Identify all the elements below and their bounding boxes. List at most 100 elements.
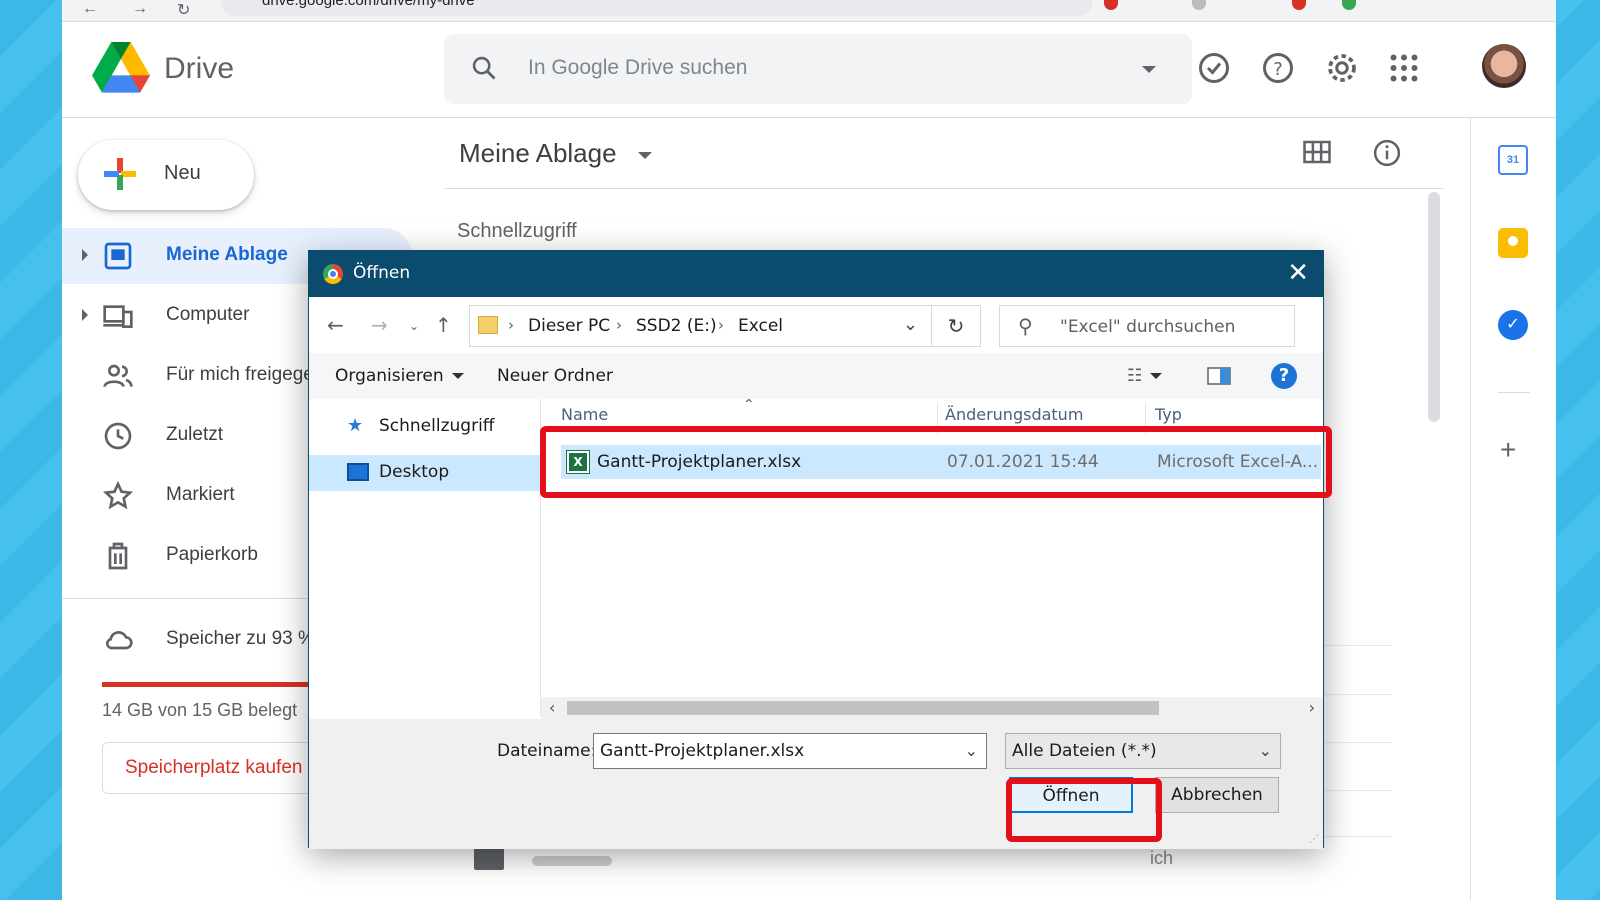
forward-icon[interactable]: → [132, 0, 148, 18]
chevron-down-icon[interactable]: ⌄ [965, 741, 978, 760]
refresh-icon[interactable]: ↻ [931, 305, 981, 347]
side-panel-divider [1470, 118, 1471, 900]
blurred-file-name[interactable] [532, 856, 612, 866]
forward-icon[interactable]: → [371, 313, 388, 337]
svg-text:?: ? [1273, 59, 1283, 80]
tree-item-quick-access[interactable]: ★ Schnellzugriff [309, 409, 541, 445]
extension-icon[interactable] [1292, 0, 1306, 10]
sort-ascending-icon: ⌃ [743, 399, 755, 413]
scrollbar-thumb[interactable] [567, 701, 1159, 715]
back-icon[interactable]: ← [327, 313, 344, 337]
file-list: ⌃ Name Änderungsdatum Typ X Gantt-Projek… [541, 399, 1323, 699]
star-icon: ★ [347, 415, 364, 436]
address-bar[interactable]: drive.google.com/drive/my-drive [222, 0, 1092, 16]
main-scrollbar[interactable] [1428, 192, 1440, 422]
search-input[interactable]: In Google Drive suchen [528, 56, 747, 80]
back-icon[interactable]: ← [82, 0, 98, 18]
main-divider [444, 188, 1444, 189]
offline-ready-icon[interactable] [1196, 50, 1232, 86]
dialog-toolbar: Organisieren Neuer Ordner ☷ ? [309, 353, 1323, 399]
dialog-titlebar[interactable]: Öffnen ✕ [309, 251, 1323, 297]
filename-value: Gantt-Projektplaner.xlsx [600, 741, 805, 761]
desktop-icon [347, 463, 369, 481]
search-box[interactable]: In Google Drive suchen [444, 34, 1192, 104]
extension-icon[interactable] [1192, 0, 1206, 10]
chevron-down-icon[interactable]: ⌄ [903, 314, 918, 335]
folder-icon [478, 316, 498, 334]
help-icon[interactable]: ? [1271, 363, 1297, 389]
expand-arrow-icon[interactable] [82, 309, 88, 321]
scroll-right-icon[interactable]: › [1309, 698, 1315, 717]
sidebar-item-label: Papierkorb [166, 544, 258, 565]
address-bar[interactable]: › Dieser PC › SSD2 (E:) › Excel ⌄ [469, 305, 981, 347]
info-icon[interactable] [1372, 138, 1402, 168]
breadcrumb-this-pc[interactable]: Dieser PC [528, 316, 610, 336]
extension-icon[interactable] [1104, 0, 1118, 10]
expand-arrow-icon[interactable] [82, 249, 88, 261]
horizontal-scrollbar[interactable]: ‹ › [541, 697, 1323, 719]
reload-icon[interactable]: ↻ [177, 0, 190, 20]
breadcrumb-drive[interactable]: SSD2 (E:) [636, 316, 717, 336]
view-options-icon[interactable]: ☷ [1127, 366, 1163, 386]
breadcrumb-folder[interactable]: Excel [738, 316, 783, 336]
tree-item-label: Schnellzugriff [379, 416, 495, 436]
grid-view-icon[interactable] [1302, 138, 1332, 166]
account-avatar[interactable] [1482, 44, 1526, 88]
organize-button[interactable]: Organisieren [335, 366, 464, 386]
filetype-select[interactable]: Alle Dateien (*.*) ⌄ [1005, 733, 1281, 769]
new-button[interactable]: Neu [78, 140, 254, 210]
navigation-pane: ★ Schnellzugriff Desktop [309, 399, 541, 717]
folder-icon[interactable] [474, 848, 504, 870]
chevron-down-icon [451, 373, 464, 379]
dialog-title: Öffnen [353, 263, 411, 283]
drive-logo-icon[interactable] [92, 42, 150, 94]
add-addon-icon[interactable]: + [1500, 434, 1516, 466]
side-panel-separator [1498, 392, 1530, 393]
column-separator[interactable] [1145, 403, 1146, 435]
cancel-button[interactable]: Abbrechen [1155, 777, 1279, 813]
app-title[interactable]: Drive [164, 52, 234, 86]
calendar-icon[interactable]: 31 [1498, 145, 1528, 175]
keep-icon[interactable] [1498, 228, 1528, 258]
new-folder-button[interactable]: Neuer Ordner [497, 366, 613, 386]
apps-grid-icon[interactable] [1386, 50, 1422, 86]
page-title[interactable]: Meine Ablage [459, 138, 617, 169]
search-icon[interactable] [470, 54, 498, 82]
my-drive-icon [104, 242, 132, 270]
column-header-name[interactable]: Name [561, 405, 608, 439]
tasks-icon[interactable]: ✓ [1498, 310, 1528, 340]
open-button[interactable]: Öffnen [1009, 777, 1133, 813]
column-header-date[interactable]: Änderungsdatum [945, 405, 1083, 439]
buy-storage-button[interactable]: Speicherplatz kaufen [102, 742, 342, 794]
search-options-icon[interactable] [1142, 66, 1156, 73]
up-icon[interactable]: ↑ [435, 313, 452, 337]
file-row[interactable]: X Gantt-Projektplaner.xlsx 07.01.2021 15… [561, 445, 1321, 479]
settings-gear-icon[interactable] [1324, 50, 1360, 86]
filename-input[interactable]: Gantt-Projektplaner.xlsx ⌄ [593, 733, 987, 769]
sidebar-item-label: Markiert [166, 484, 235, 505]
recent-locations-icon[interactable]: ⌄ [409, 319, 419, 333]
preview-pane-icon[interactable] [1207, 367, 1231, 385]
plus-icon [104, 158, 136, 190]
excel-file-icon: X [566, 450, 590, 474]
chevron-down-icon[interactable] [638, 152, 652, 159]
quick-access-heading: Schnellzugriff [457, 220, 577, 242]
breadcrumb-separator-icon: › [508, 316, 514, 334]
search-icon: ⚲ [1018, 314, 1033, 338]
close-icon[interactable]: ✕ [1287, 259, 1309, 287]
sidebar-item-label: Computer [166, 304, 250, 325]
file-date: 07.01.2021 15:44 [947, 452, 1099, 472]
resize-grip-icon[interactable]: ⋰ [1309, 834, 1319, 845]
new-button-label: Neu [164, 162, 201, 184]
column-header-type[interactable]: Typ [1155, 405, 1182, 439]
clock-icon [104, 422, 132, 450]
people-icon [103, 364, 133, 388]
dialog-search-input[interactable]: "Excel" durchsuchen [1060, 317, 1235, 337]
dialog-search-box[interactable]: ⚲ "Excel" durchsuchen [999, 305, 1295, 347]
browser-toolbar: ← → ↻ drive.google.com/drive/my-drive [62, 0, 1556, 22]
tree-item-desktop[interactable]: Desktop [309, 455, 541, 491]
extension-icon[interactable] [1342, 0, 1356, 10]
scroll-left-icon[interactable]: ‹ [549, 698, 555, 717]
help-icon[interactable]: ? [1260, 50, 1296, 86]
column-separator[interactable] [937, 403, 938, 435]
